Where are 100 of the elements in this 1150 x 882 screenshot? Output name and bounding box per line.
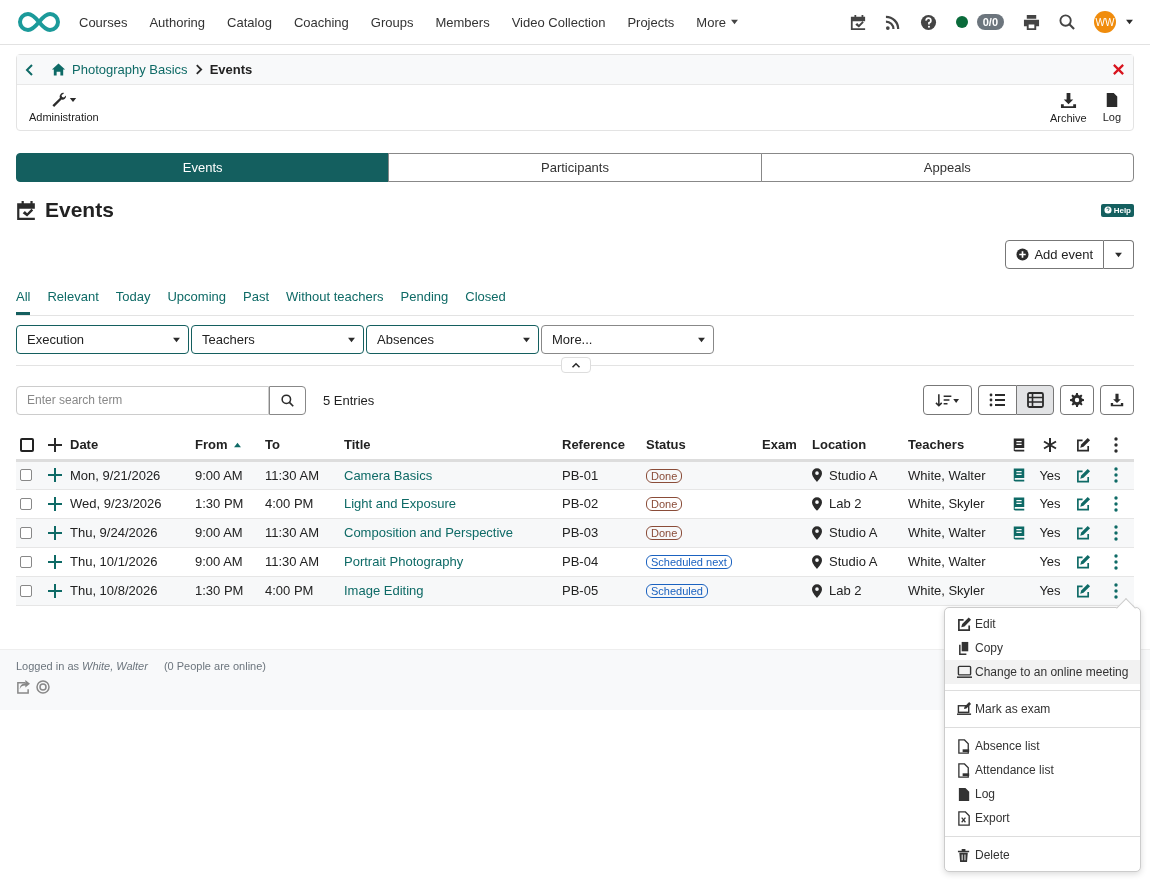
printer-icon[interactable] [1023, 13, 1040, 31]
event-title-link[interactable]: Portrait Photography [344, 554, 464, 569]
collapse-button[interactable] [561, 357, 591, 373]
book-icon[interactable] [1012, 524, 1026, 541]
sort-button[interactable] [923, 385, 972, 415]
filter-dropdown[interactable]: Absences [366, 325, 539, 354]
select-all-checkbox[interactable] [20, 437, 34, 452]
nav-link[interactable]: Authoring [138, 14, 217, 30]
plus-icon[interactable] [48, 525, 62, 540]
book-icon[interactable] [1012, 467, 1026, 483]
kebab-menu-icon[interactable] [1114, 524, 1118, 541]
edit-icon[interactable] [1075, 583, 1091, 598]
menu-item[interactable]: Edit [945, 612, 1140, 636]
column-header[interactable]: Teachers [908, 437, 965, 453]
row-checkbox[interactable] [20, 497, 32, 510]
filter-dropdown[interactable]: Execution [16, 325, 189, 354]
nav-link[interactable]: Groups [359, 14, 425, 30]
nav-link[interactable]: Courses [68, 14, 139, 30]
caret-icon [68, 97, 77, 103]
dropdown-button[interactable] [1104, 240, 1134, 269]
kebab-menu-icon[interactable] [1114, 582, 1118, 599]
filter-dropdown[interactable]: More... [541, 325, 714, 354]
edit-icon[interactable] [1075, 467, 1091, 483]
filter-tab[interactable]: Upcoming [167, 286, 226, 315]
nav-link[interactable]: Catalog [216, 14, 283, 30]
column-header[interactable]: Status [646, 437, 686, 453]
log-button[interactable]: Log [1098, 92, 1125, 123]
archive-button[interactable]: Archive [1045, 91, 1091, 124]
column-header[interactable]: To [265, 437, 280, 453]
administration-button[interactable]: Administration [25, 92, 103, 123]
filter-tab[interactable]: Without teachers [286, 286, 384, 315]
filter-tab[interactable]: All [16, 286, 31, 315]
nav-link[interactable]: Video Collection [500, 14, 617, 30]
search-field[interactable]: Enter search term [16, 385, 269, 415]
calendar-icon[interactable] [849, 13, 866, 31]
event-title-link[interactable]: Camera Basics [344, 467, 433, 483]
kebab-menu-icon[interactable] [1114, 467, 1118, 483]
table-view-button[interactable] [1016, 385, 1054, 415]
nav-link[interactable]: Projects [616, 14, 686, 30]
row-checkbox[interactable] [20, 555, 32, 568]
edit-icon[interactable] [1075, 554, 1091, 569]
plus-icon[interactable] [48, 496, 62, 511]
filter-tab[interactable]: Today [115, 286, 151, 315]
menu-item[interactable]: Mark as exam [945, 697, 1140, 721]
menu-item[interactable]: Copy [945, 636, 1140, 660]
add-event-button[interactable]: Add event [1005, 240, 1104, 269]
filter-tab[interactable]: Closed [465, 286, 506, 315]
column-header[interactable]: Date [70, 437, 99, 453]
edit-icon[interactable] [1075, 496, 1091, 511]
menu-item[interactable]: Log [945, 782, 1140, 806]
column-header[interactable]: Location [812, 437, 867, 453]
event-title-link[interactable]: Composition and Perspective [344, 525, 514, 540]
book-icon[interactable] [1012, 495, 1026, 512]
filter-tab[interactable]: Relevant [47, 286, 99, 315]
filter-tab[interactable]: Pending [400, 286, 449, 315]
back-icon[interactable] [25, 63, 34, 76]
kebab-menu-icon[interactable] [1114, 553, 1118, 570]
share-icon[interactable] [16, 679, 30, 694]
column-header[interactable]: From [195, 437, 242, 453]
plus-icon[interactable] [48, 583, 62, 598]
menu-item[interactable]: Absence list [945, 734, 1140, 758]
menu-item[interactable]: Attendance list [945, 758, 1140, 782]
search-button[interactable] [269, 385, 306, 415]
breadcrumb-link[interactable]: Photography Basics [51, 62, 188, 77]
menu-item[interactable]: Change to an online meeting [945, 660, 1140, 684]
more-menu[interactable]: More [685, 14, 750, 30]
menu-item[interactable]: Delete [945, 843, 1140, 867]
event-title-link[interactable]: Image Editing [344, 583, 424, 598]
plus-icon[interactable] [48, 554, 62, 569]
close-icon[interactable] [1112, 63, 1125, 76]
search-icon[interactable] [1059, 14, 1075, 30]
settings-button[interactable] [1060, 385, 1094, 415]
segment-tab[interactable]: Appeals [760, 153, 1134, 182]
column-header[interactable]: Exam [762, 437, 797, 453]
list-view-button[interactable] [978, 385, 1016, 415]
counter-badge[interactable]: 0/0 [976, 14, 1004, 30]
filter-tab[interactable]: Past [243, 286, 269, 315]
help-icon[interactable] [919, 13, 937, 31]
row-checkbox[interactable] [20, 469, 32, 481]
plus-icon[interactable] [48, 468, 62, 482]
rss-icon[interactable] [884, 14, 901, 30]
column-header[interactable]: Reference [562, 437, 625, 453]
nav-link[interactable]: Coaching [282, 14, 360, 30]
segment-tab[interactable]: Participants [388, 153, 762, 182]
target-icon[interactable] [36, 679, 50, 694]
download-button[interactable] [1100, 385, 1134, 415]
row-checkbox[interactable] [20, 526, 32, 539]
row-checkbox[interactable] [20, 584, 32, 597]
logo-icon[interactable] [16, 10, 62, 34]
event-title-link[interactable]: Light and Exposure [344, 496, 457, 511]
help-button[interactable]: Help [1100, 203, 1134, 217]
segment-tab[interactable]: Events [16, 153, 390, 182]
filter-dropdown[interactable]: Teachers [191, 325, 364, 354]
plus-icon[interactable] [48, 437, 62, 452]
nav-link[interactable]: Members [424, 14, 501, 30]
column-header[interactable]: Title [344, 437, 371, 453]
menu-item[interactable]: Export [945, 806, 1140, 830]
kebab-menu-icon[interactable] [1114, 495, 1118, 512]
edit-icon[interactable] [1075, 525, 1091, 540]
caret-icon[interactable] [1125, 19, 1134, 25]
